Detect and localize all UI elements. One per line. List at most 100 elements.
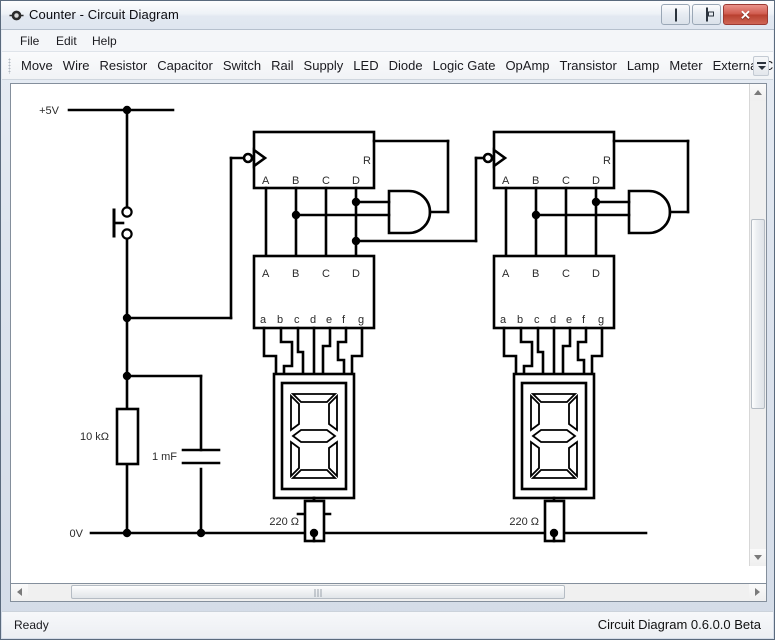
dot-and2-in2: [531, 210, 541, 220]
resistor-pulldown-body: [115, 407, 140, 466]
and1-body: [387, 189, 432, 235]
seg1-c: [296, 326, 305, 376]
application-window: Counter - Circuit Diagram ✕ File Edit He…: [0, 0, 775, 640]
toolbar-item-move[interactable]: Move: [16, 52, 58, 79]
horizontal-scrollbar[interactable]: [10, 584, 767, 602]
dot-stage1-d: [351, 236, 361, 246]
minimize-button[interactable]: [661, 4, 690, 25]
counter1-label-a: A: [262, 175, 270, 187]
decoder1-seg-d: d: [310, 314, 316, 326]
dot-rail-top: [122, 105, 132, 115]
seg1-e: [321, 326, 332, 376]
dot-gnd-trunk: [122, 528, 132, 538]
toolbar-grip[interactable]: [8, 58, 11, 74]
switch-contact-top: [121, 206, 133, 218]
toolbar-item-diode[interactable]: Diode: [384, 52, 428, 79]
maximize-icon: [705, 7, 708, 21]
seg1-a: [262, 326, 278, 376]
close-button[interactable]: ✕: [723, 4, 768, 25]
counter1-clock-bubble: [242, 152, 254, 164]
decoder1-seg-a: a: [260, 314, 267, 326]
app-icon: [9, 10, 24, 21]
counter2-label-a: A: [502, 175, 510, 187]
status-bar: Ready Circuit Diagram 0.6.0.0 Beta: [2, 611, 773, 638]
schematic-canvas-area: +5V 0V 10 kΩ 1 mF 220 Ω 220 Ω R A B C D …: [10, 83, 767, 584]
status-version: Circuit Diagram 0.6.0.0 Beta: [597, 617, 761, 632]
seg2-c: [536, 326, 545, 376]
seg2-b: [519, 326, 534, 376]
dot-clock-branch: [122, 313, 132, 323]
toolbar-item-resistor[interactable]: Resistor: [95, 52, 153, 79]
toolbar-item-opamp[interactable]: OpAmp: [500, 52, 554, 79]
decoder2-seg-e: e: [566, 314, 572, 326]
toolbar-item-capacitor[interactable]: Capacitor: [152, 52, 218, 79]
counter1-label-c: C: [322, 175, 330, 187]
counter2-label-c: C: [562, 175, 570, 187]
circuit-schematic: +5V 0V 10 kΩ 1 mF 220 Ω 220 Ω R A B C D …: [39, 105, 690, 543]
toolbar-item-wire[interactable]: Wire: [58, 52, 95, 79]
window-title: Counter - Circuit Diagram: [29, 7, 179, 22]
decoder1-label-a: A: [262, 268, 270, 280]
seg2-e: [561, 326, 572, 376]
label-rail-top: +5V: [39, 105, 60, 117]
decoder2-seg-b: b: [517, 314, 523, 326]
toolbar-item-lamp[interactable]: Lamp: [622, 52, 665, 79]
decoder1-label-b: B: [292, 268, 299, 280]
scrollbar-grip-icon: [314, 589, 322, 597]
schematic-canvas[interactable]: +5V 0V 10 kΩ 1 mF 220 Ω 220 Ω R A B C D …: [11, 84, 749, 566]
seg2-a: [502, 326, 518, 376]
toolbar: Move Wire Resistor Capacitor Switch Rail Suppl…: [2, 52, 773, 80]
toolbar-item-supply[interactable]: Supply: [299, 52, 349, 79]
vertical-scrollbar-thumb[interactable]: [751, 219, 765, 409]
close-icon: ✕: [740, 7, 751, 22]
scroll-up-button[interactable]: [750, 84, 766, 101]
status-message: Ready: [14, 618, 49, 632]
toolbar-item-rail[interactable]: Rail: [266, 52, 298, 79]
menu-item-edit[interactable]: Edit: [50, 33, 83, 49]
label-rail-bottom: 0V: [70, 528, 84, 540]
label-resistor-pulldown: 10 kΩ: [80, 431, 109, 443]
toolbar-item-logic-gate[interactable]: Logic Gate: [428, 52, 501, 79]
chevron-right-icon: [755, 588, 760, 596]
label-capacitor: 1 mF: [152, 451, 177, 463]
toolbar-items: Move Wire Resistor Capacitor Switch Rail Suppl…: [16, 52, 773, 79]
menu-item-file[interactable]: File: [14, 33, 45, 49]
decoder1-label-c: C: [322, 268, 330, 280]
menu-bar: File Edit Help: [2, 30, 773, 52]
vertical-scrollbar[interactable]: [749, 84, 766, 566]
toolbar-item-transistor[interactable]: Transistor: [555, 52, 622, 79]
seg2-f: [576, 326, 588, 376]
seg1-b: [279, 326, 294, 376]
toolbar-overflow-icon[interactable]: [753, 56, 769, 76]
decoder2-label-c: C: [562, 268, 570, 280]
toolbar-item-led[interactable]: LED: [348, 52, 383, 79]
horizontal-scrollbar-thumb[interactable]: [71, 585, 565, 599]
decoder2-label-a: A: [502, 268, 510, 280]
decoder2-label-d: D: [592, 268, 600, 280]
scroll-right-button[interactable]: [749, 584, 766, 600]
switch-contact-bottom: [121, 228, 133, 240]
seg1-g: [350, 326, 364, 376]
decoder1-seg-g: g: [358, 314, 364, 326]
dot-gnd-r1: [309, 528, 319, 538]
dot-rc-node: [122, 371, 132, 381]
minimize-icon: [674, 8, 677, 21]
counter1-label-d: D: [352, 175, 360, 187]
dot-gnd-cap: [196, 528, 206, 538]
decoder2-label-b: B: [532, 268, 539, 280]
maximize-button[interactable]: [692, 4, 721, 25]
decoder2-seg-g: g: [598, 314, 604, 326]
counter2-label-r: R: [603, 155, 611, 167]
scroll-left-button[interactable]: [11, 584, 28, 600]
chevron-left-icon: [17, 588, 22, 596]
scroll-down-button[interactable]: [750, 549, 766, 566]
dot-gnd-r2: [549, 528, 559, 538]
menu-item-help[interactable]: Help: [86, 33, 123, 49]
counter1-label-r: R: [363, 155, 371, 167]
counter2-clock-bubble: [482, 152, 494, 164]
window-controls: ✕: [661, 4, 770, 26]
toolbar-item-meter[interactable]: Meter: [664, 52, 707, 79]
chevron-up-icon: [754, 90, 762, 95]
chevron-down-icon: [754, 555, 762, 560]
toolbar-item-switch[interactable]: Switch: [218, 52, 266, 79]
